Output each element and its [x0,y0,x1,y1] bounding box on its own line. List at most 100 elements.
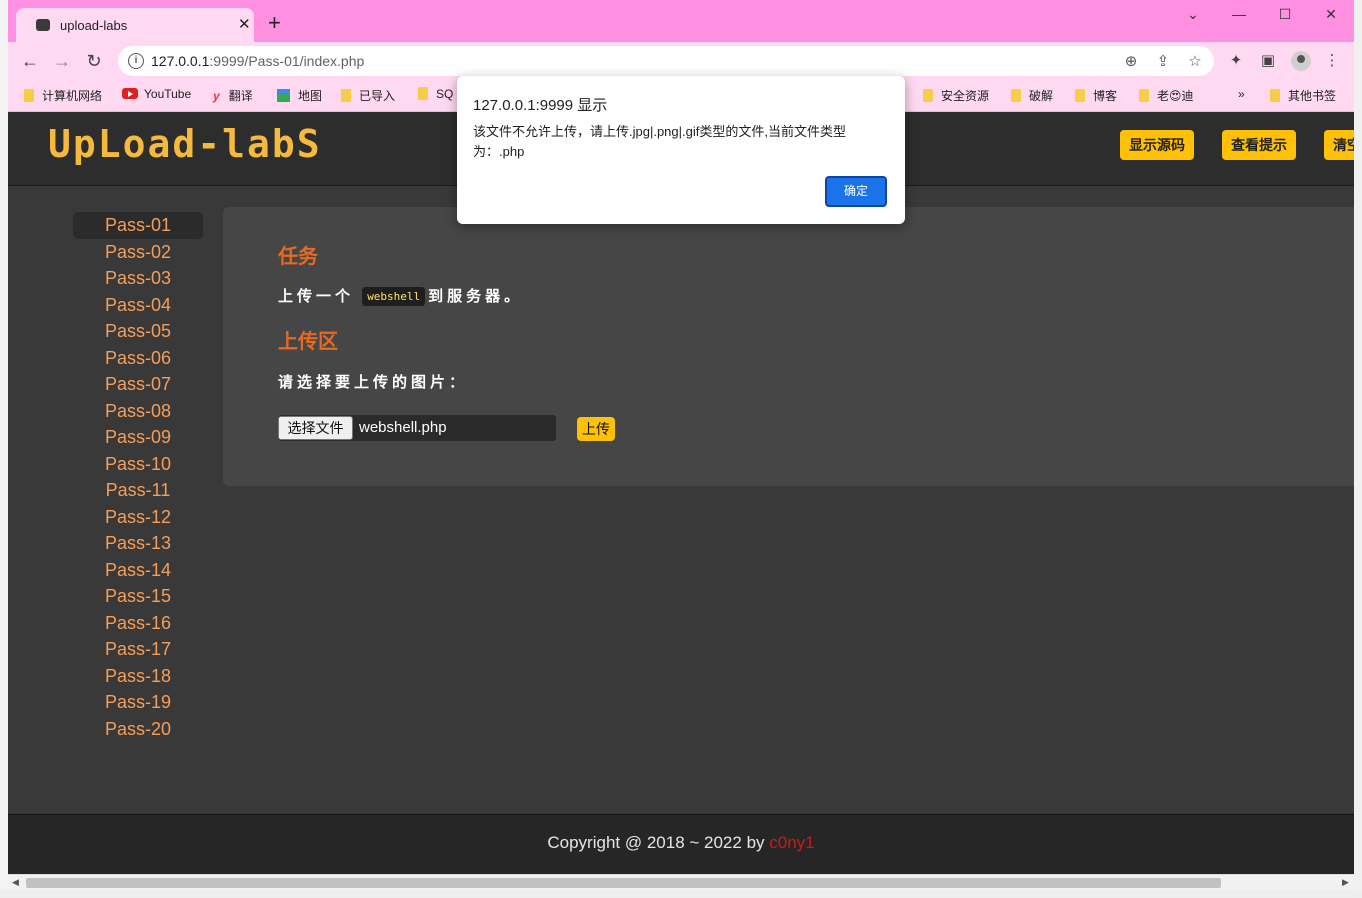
bookmark-folder[interactable]: SQ [418,87,453,105]
bookmark-folder[interactable]: 老😍迪 [1139,87,1194,105]
bookmark-maps[interactable]: 地图 [277,87,322,105]
translate-icon: y [213,89,220,103]
sidebar-item-pass-05[interactable]: Pass-05 [73,318,203,345]
folder-icon [1139,89,1149,102]
folder-icon [24,89,34,102]
page-content: UpLoad-labS 显示源码 查看提示 清空 Pass-01 Pass-02… [8,112,1354,874]
author-link[interactable]: c0ny1 [769,833,814,852]
selected-file-name: webshell.php [359,419,447,436]
folder-icon [418,87,428,100]
bookmark-label: SQ [436,87,454,101]
bookmark-label: 其他书签 [1288,89,1337,103]
bookmark-folder[interactable]: 破解 [1011,87,1053,105]
sidebar-item-pass-13[interactable]: Pass-13 [73,530,203,557]
sidebar-item-pass-07[interactable]: Pass-07 [73,371,203,398]
folder-icon [1075,89,1085,102]
upload-button[interactable]: 上传 [577,417,615,441]
reload-icon[interactable]: ↻ [83,50,105,72]
folder-icon [1270,89,1280,102]
desktop-edge-right [1354,0,1362,898]
code-snippet: webshell [362,287,426,306]
forward-arrow-icon[interactable]: → [51,50,73,72]
dialog-message: 该文件不允许上传，请上传.jpg|.png|.gif类型的文件,当前文件类型为：… [473,124,846,159]
tab-close-icon[interactable]: ✕ [238,15,251,33]
folder-icon [1011,89,1021,102]
bookmark-label: 老😍迪 [1157,89,1194,103]
sidebar-item-pass-16[interactable]: Pass-16 [73,610,203,637]
sidebar-item-pass-11[interactable]: Pass-11 [73,477,203,504]
task-text: 上传一个 [278,288,355,305]
bookmark-folder[interactable]: 安全资源 [923,87,989,105]
sidebar-item-pass-15[interactable]: Pass-15 [73,583,203,610]
sidebar-item-pass-12[interactable]: Pass-12 [73,504,203,531]
bookmark-folder[interactable]: 已导入 [341,87,395,105]
url-host: 127.0.0.1 [151,53,210,69]
minimize-icon[interactable]: — [1224,6,1254,22]
sidebar-item-pass-18[interactable]: Pass-18 [73,663,203,690]
maps-icon [277,89,290,102]
folder-icon [341,89,351,102]
sidebar-item-pass-20[interactable]: Pass-20 [73,716,203,743]
show-hint-button[interactable]: 查看提示 [1222,130,1296,160]
horizontal-scrollbar[interactable]: ◀ ▶ [8,874,1354,890]
site-logo[interactable]: UpLoad-labS [48,122,322,166]
bookmark-youtube[interactable]: YouTube [122,87,191,105]
file-input[interactable]: 选择文件 webshell.php [278,415,556,441]
pass-sidebar: Pass-01 Pass-02 Pass-03 Pass-04 Pass-05 … [73,212,203,742]
sidebar-item-pass-04[interactable]: Pass-04 [73,292,203,319]
sidebar-item-pass-19[interactable]: Pass-19 [73,689,203,716]
bookmark-label: 计算机网络 [42,89,103,103]
tab-search-chevron-icon[interactable]: ⌄ [1178,6,1208,23]
share-icon[interactable]: ⇪ [1153,52,1173,70]
zoom-icon[interactable]: ⊕ [1121,52,1141,70]
upload-prompt: 请选择要上传的图片： [278,374,469,391]
show-source-button[interactable]: 显示源码 [1120,130,1194,160]
dialog-ok-button[interactable]: 确定 [825,176,887,207]
choose-file-button[interactable]: 选择文件 [278,416,353,440]
bookmark-label: YouTube [144,87,192,101]
bookmark-translate[interactable]: y 翻译 [213,87,253,105]
close-window-icon[interactable]: ✕ [1316,6,1346,23]
task-text-end: 到服务器。 [428,288,524,305]
scroll-right-icon[interactable]: ▶ [1342,877,1349,888]
bookmark-label: 博客 [1093,89,1118,103]
new-tab-button[interactable]: + [268,12,281,34]
browser-tab[interactable]: upload-labs ✕ [16,8,254,42]
sidebar-item-pass-02[interactable]: Pass-02 [73,239,203,266]
dialog-title: 127.0.0.1:9999 显示 [473,97,608,114]
address-bar[interactable]: i 127.0.0.1:9999/Pass-01/index.php ⊕ ⇪ ☆ [118,46,1214,76]
back-arrow-icon[interactable]: ← [19,50,41,72]
star-icon[interactable]: ☆ [1185,52,1205,70]
more-bookmarks-button[interactable]: » [1238,87,1245,105]
sidebar-item-pass-06[interactable]: Pass-06 [73,345,203,372]
bookmark-other[interactable]: 其他书签 [1270,87,1336,105]
scrollbar-thumb[interactable] [26,878,1221,888]
bookmark-folder[interactable]: 博客 [1075,87,1117,105]
sidebar-item-pass-08[interactable]: Pass-08 [73,398,203,425]
bookmark-label: 已导入 [359,89,396,103]
bookmark-label: 破解 [1029,89,1054,103]
info-icon[interactable]: i [128,53,144,69]
youtube-icon [122,88,138,99]
bookmark-label: 翻译 [228,89,253,103]
scroll-left-icon[interactable]: ◀ [12,877,19,888]
maximize-icon[interactable]: ☐ [1270,6,1300,23]
profile-avatar[interactable] [1291,51,1311,71]
sidebar-item-pass-09[interactable]: Pass-09 [73,424,203,451]
sidebar-item-pass-03[interactable]: Pass-03 [73,265,203,292]
task-heading: 任务 [278,246,318,268]
sidebar-item-pass-14[interactable]: Pass-14 [73,557,203,584]
sidebar-item-pass-01[interactable]: Pass-01 [73,212,203,239]
sidebar-item-pass-17[interactable]: Pass-17 [73,636,203,663]
kebab-menu-icon[interactable]: ⋮ [1322,51,1342,69]
tab-title: upload-labs [60,18,128,33]
desktop-edge-bottom [0,890,1362,898]
puzzle-icon[interactable]: ✦ [1226,51,1246,69]
url-text[interactable]: 127.0.0.1:9999/Pass-01/index.php [151,53,364,69]
clear-button[interactable]: 清空 [1324,130,1354,160]
favicon-icon [36,19,50,31]
upload-heading: 上传区 [278,331,338,353]
side-panel-icon[interactable]: ▣ [1258,51,1278,69]
bookmark-folder[interactable]: 计算机网络 [24,87,102,105]
sidebar-item-pass-10[interactable]: Pass-10 [73,451,203,478]
